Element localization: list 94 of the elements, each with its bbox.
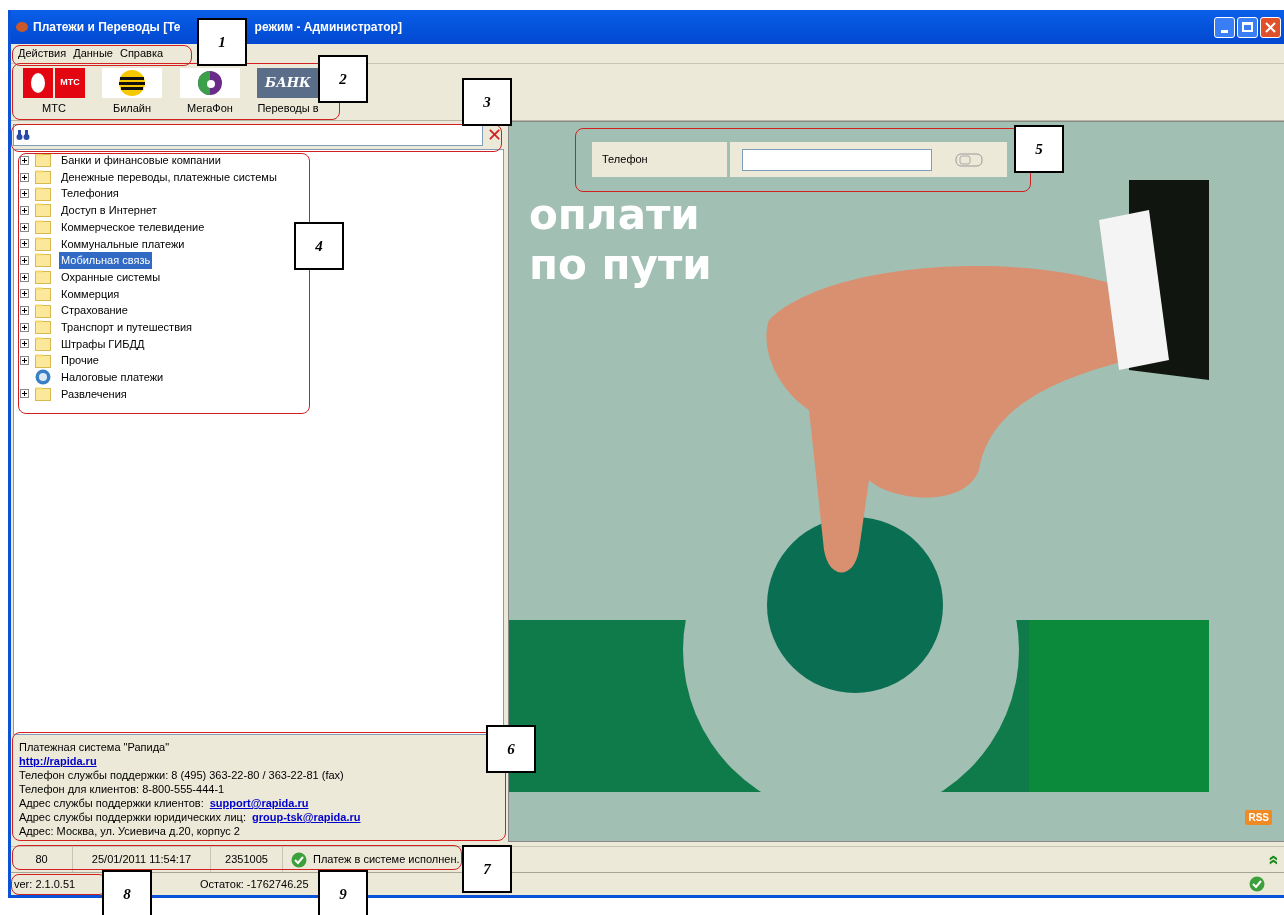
callout-label: 9 <box>318 870 368 915</box>
striped-ball-logo <box>102 68 162 98</box>
info-link[interactable]: http://rapida.ru <box>19 754 97 768</box>
tree-item[interactable]: Денежные переводы, платежные системы <box>59 168 279 186</box>
banner-slogan: оплати <box>529 190 701 240</box>
info-text: Телефон службы поддержки: 8 (495) 363-22-80 / 363-22-81 (fax) <box>19 768 344 782</box>
globe-logo <box>180 68 240 98</box>
tree-item[interactable]: Доступ в Интернет <box>59 202 159 219</box>
folder-icon <box>35 286 51 301</box>
callout-label: 6 <box>486 725 536 773</box>
expand-icon[interactable] <box>20 155 29 165</box>
tree-item[interactable]: Телефония <box>59 185 121 202</box>
tree-item[interactable]: Развлечения <box>59 385 129 403</box>
toolbar-button[interactable]: МегаФон <box>177 68 243 116</box>
phone-label: Телефон <box>602 152 648 168</box>
info-link[interactable]: support@rapida.ru <box>209 796 309 810</box>
expand-icon[interactable] <box>20 289 29 299</box>
callout-label: 2 <box>318 55 368 103</box>
folder-icon <box>35 320 51 335</box>
check-icon <box>1249 876 1265 892</box>
tree-item[interactable]: Коммерческое телевидение <box>59 218 207 236</box>
tree-item[interactable]: Транспорт и путешествия <box>59 318 195 336</box>
info-text: Адрес службы поддержки юридических лиц: <box>19 810 246 824</box>
expand-icon[interactable] <box>20 255 29 265</box>
expand-icon[interactable] <box>20 322 29 332</box>
balance-label: Остаток: -1762746.25 <box>200 876 309 892</box>
expand-icon[interactable] <box>20 222 29 232</box>
clear-search-button[interactable]: ✕ <box>487 126 502 144</box>
info-text: Платежная система "Рапида" <box>19 740 170 754</box>
info-text: Адрес: Москва, ул. Усиевича д.20, корпус 2 <box>19 824 240 838</box>
menu-item[interactable]: Данные <box>71 45 115 62</box>
callout-label: 5 <box>1014 125 1064 173</box>
close-icon <box>1265 21 1276 33</box>
folder-icon <box>35 303 51 318</box>
tree-item[interactable]: Мобильная связь <box>59 252 153 269</box>
binoculars-icon <box>16 129 30 141</box>
callout-label: 3 <box>462 78 512 126</box>
expand-icon[interactable] <box>20 205 29 215</box>
tree-item[interactable]: Коммерция <box>59 285 122 303</box>
window-title: режим - Администратор] <box>254 19 402 36</box>
tree-item[interactable]: Прочие <box>59 352 101 369</box>
status-message: Платеж в системе исполнен. <box>313 852 460 868</box>
tree-item[interactable]: Штрафы ГИБДД <box>59 335 147 353</box>
expand-icon[interactable] <box>20 239 29 249</box>
folder-icon <box>35 353 51 368</box>
info-text: Адрес службы поддержки клиентов: <box>19 796 204 810</box>
folder-icon <box>35 170 51 185</box>
callout-label: 4 <box>294 222 344 270</box>
close-button[interactable] <box>1260 16 1281 38</box>
folder-icon <box>35 236 51 251</box>
callout-label: 7 <box>462 845 512 893</box>
tree-item[interactable]: Банки и финансовые компании <box>59 152 223 169</box>
tree-item[interactable]: Страхование <box>59 302 130 319</box>
menu-item[interactable]: Справка <box>117 45 166 62</box>
banner-slogan: по пути <box>529 240 712 290</box>
status-cell: 80 <box>11 847 73 872</box>
info-link[interactable]: group-tsk@rapida.ru <box>251 810 361 824</box>
folder-icon <box>35 270 51 285</box>
bank-sign-picture: БАНК <box>257 68 319 98</box>
expand-icon[interactable] <box>20 272 29 282</box>
tree-item[interactable]: Налоговые платежи <box>59 369 166 386</box>
folder-icon <box>35 186 51 201</box>
app-icon <box>15 21 29 33</box>
expand-button[interactable]: » <box>1263 854 1281 865</box>
folder-icon <box>35 203 51 218</box>
window-title: Платежи и Переводы [Те <box>33 19 181 36</box>
mts-logo: МТС <box>23 68 85 98</box>
expand-icon[interactable] <box>20 189 29 199</box>
callout-label: 8 <box>102 870 152 915</box>
folder-icon <box>35 336 51 351</box>
phone-input[interactable] <box>742 148 932 171</box>
toolbar-button[interactable]: МТС МТС <box>21 68 87 116</box>
folder-icon <box>35 253 51 268</box>
folder-icon <box>35 153 51 168</box>
minimize-button[interactable] <box>1214 16 1235 38</box>
expand-icon[interactable] <box>20 389 29 399</box>
menu-item[interactable]: Действия <box>16 45 69 62</box>
tree-item[interactable]: Коммунальные платежи <box>59 235 187 253</box>
folder-icon <box>35 220 51 235</box>
info-text: Телефон для клиентов: 8-800-555-444-1 <box>19 782 225 796</box>
expand-icon[interactable] <box>20 172 29 182</box>
maximize-button[interactable] <box>1237 16 1258 38</box>
check-icon <box>291 851 307 868</box>
expand-icon[interactable] <box>20 306 29 316</box>
expand-icon[interactable] <box>20 356 29 366</box>
folder-icon <box>35 386 51 401</box>
emblem-icon <box>35 369 51 386</box>
toolbar-button[interactable]: БАНК Переводы в <box>255 68 321 116</box>
toolbar-button[interactable]: Билайн <box>99 68 165 116</box>
callout-label: 1 <box>197 18 247 66</box>
expand-icon[interactable] <box>20 339 29 349</box>
tree-item[interactable]: Охранные системы <box>59 268 163 286</box>
search-field[interactable] <box>13 124 483 146</box>
status-cell: 2351005 <box>211 847 283 872</box>
